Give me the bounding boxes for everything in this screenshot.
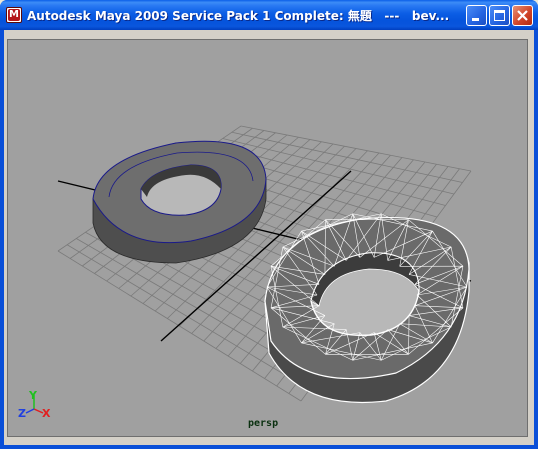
maya-window: M Autodesk Maya 2009 Service Pack 1 Comp… bbox=[0, 0, 538, 449]
axis-z-line bbox=[25, 408, 35, 414]
camera-label: persp bbox=[248, 418, 279, 429]
viewport-scene[interactable]: Y Z X bbox=[8, 40, 528, 437]
window-frame-bottom[interactable] bbox=[0, 445, 538, 449]
title-bar[interactable]: M Autodesk Maya 2009 Service Pack 1 Comp… bbox=[0, 0, 538, 30]
close-button[interactable] bbox=[512, 5, 533, 26]
axis-gizmo: Y Z X bbox=[18, 389, 51, 420]
maya-icon[interactable]: M bbox=[6, 7, 22, 23]
axis-x-label: X bbox=[42, 407, 51, 420]
axis-z-label: Z bbox=[18, 407, 26, 420]
window-frame-right[interactable] bbox=[534, 30, 538, 449]
grid-line bbox=[240, 125, 472, 172]
minimize-button[interactable] bbox=[466, 5, 487, 26]
perspective-viewport[interactable]: Y Z X persp bbox=[7, 39, 528, 437]
left-torus-mesh[interactable] bbox=[92, 140, 267, 264]
window-title: Autodesk Maya 2009 Service Pack 1 Comple… bbox=[27, 9, 450, 23]
maximize-icon bbox=[494, 10, 505, 21]
close-icon bbox=[517, 10, 528, 21]
maya-icon-glyph: M bbox=[9, 9, 19, 20]
minimize-icon bbox=[472, 18, 479, 21]
maximize-button[interactable] bbox=[489, 5, 510, 26]
axis-y-label: Y bbox=[28, 389, 38, 402]
